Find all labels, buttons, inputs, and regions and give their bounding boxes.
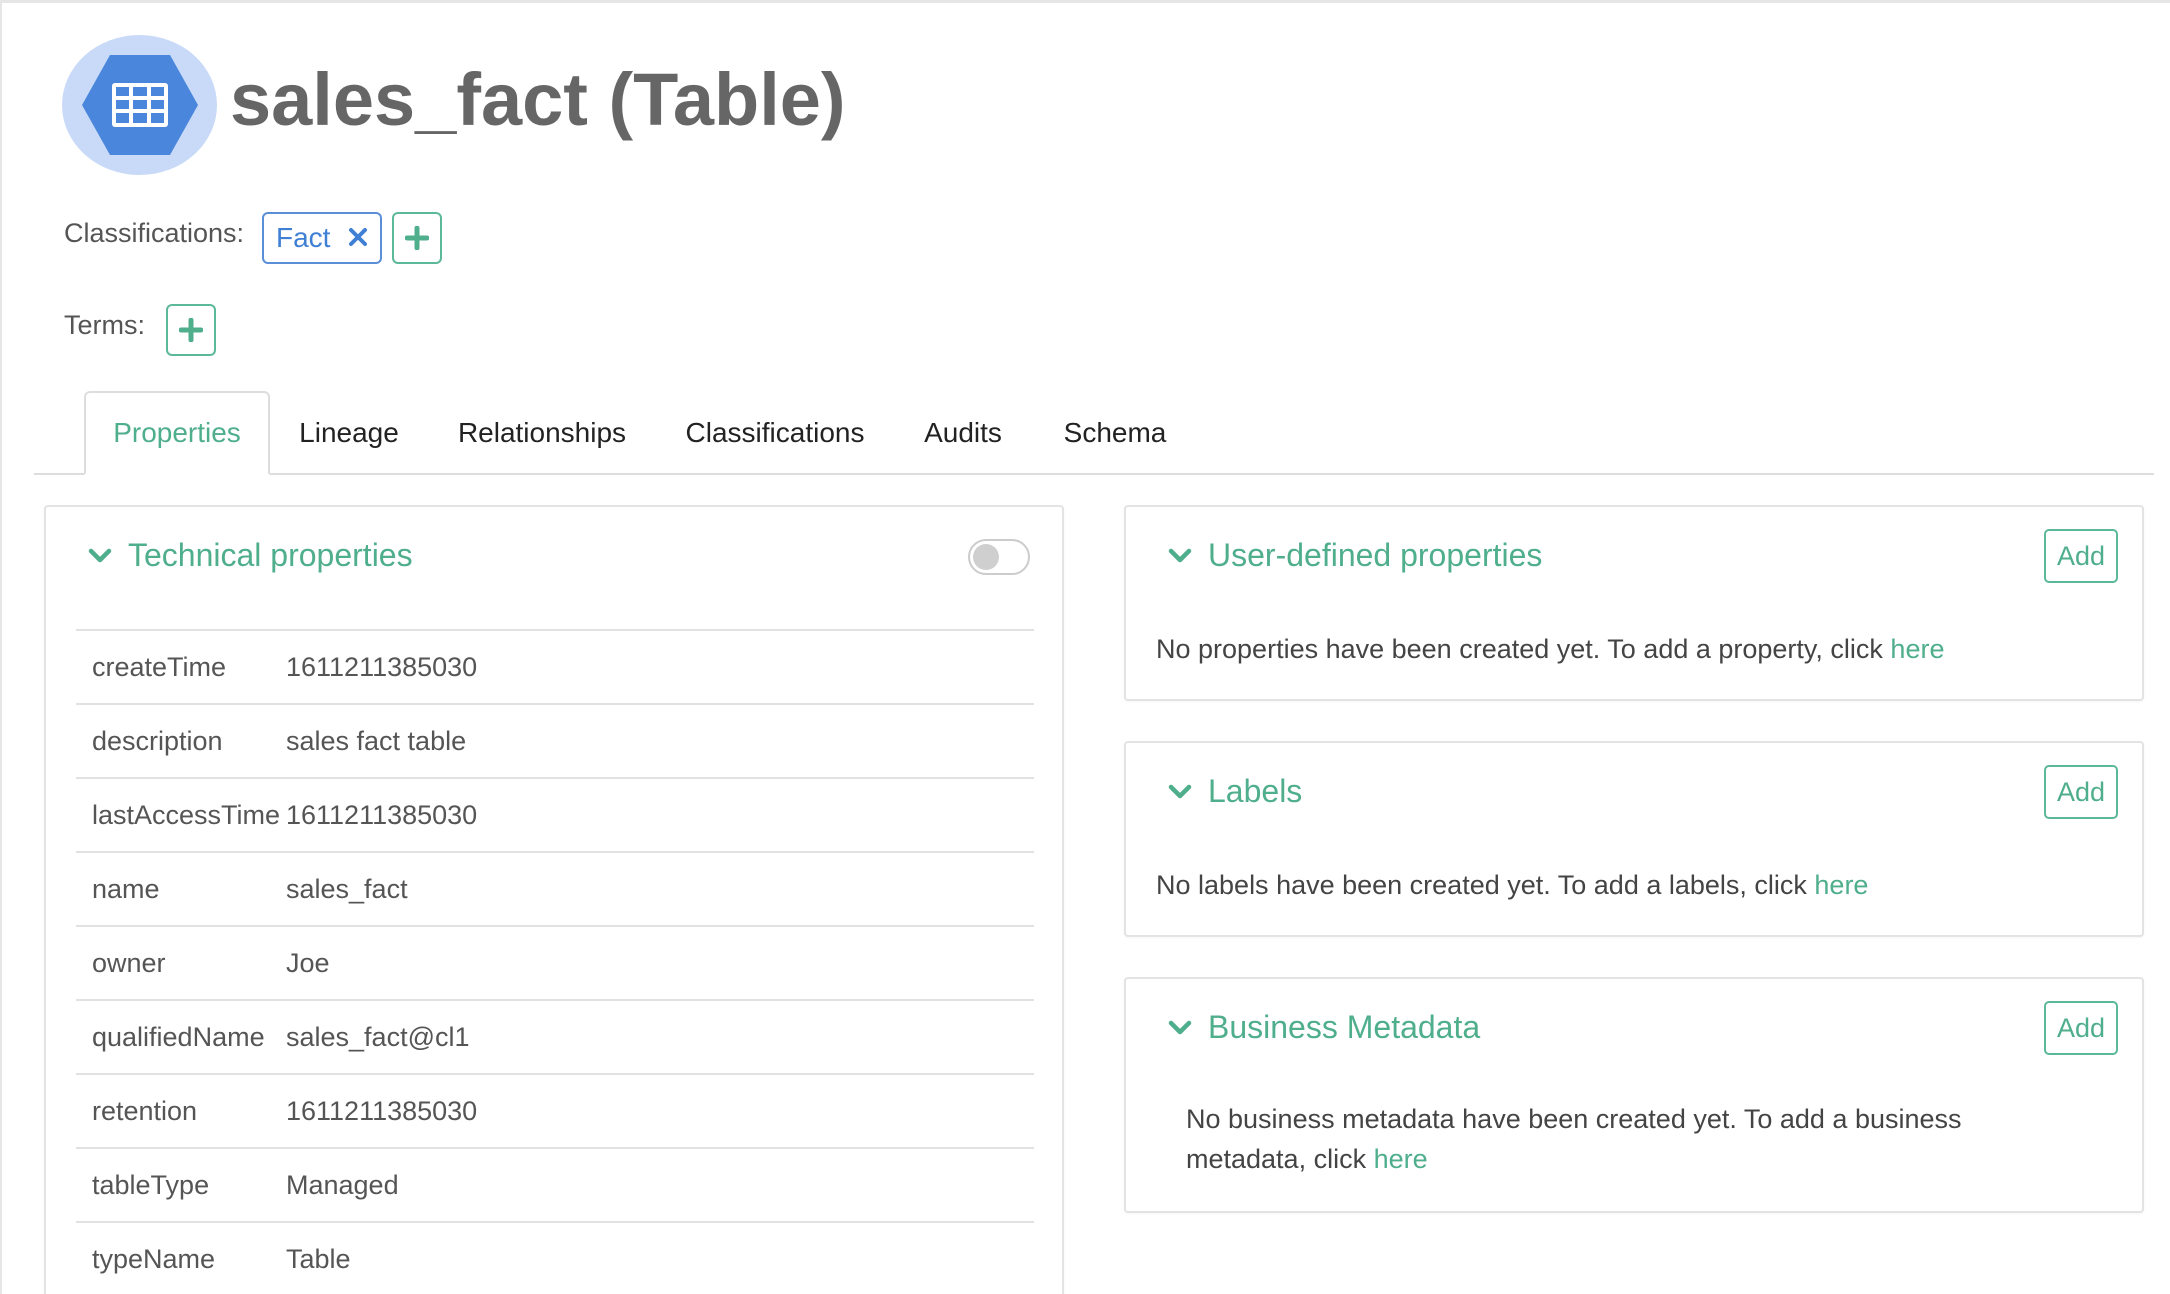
- chevron-down-icon: [1168, 784, 1192, 798]
- table-row: createTime 1611211385030: [76, 629, 1034, 703]
- property-key: typeName: [92, 1243, 216, 1274]
- business-metadata-title: Business Metadata: [1208, 1009, 1481, 1045]
- toggle-knob: [973, 544, 999, 570]
- table-row: description sales fact table: [76, 703, 1034, 777]
- empty-labels-message: No labels have been created yet. To add …: [1156, 865, 1868, 905]
- user-defined-properties-panel: User-defined properties Add No propertie…: [1124, 505, 2144, 701]
- labels-panel: Labels Add No labels have been created y…: [1124, 741, 2144, 937]
- table-row: name sales_fact: [76, 851, 1034, 925]
- property-value: 1611211385030: [286, 651, 478, 682]
- empty-properties-text: No properties have been created yet. To …: [1156, 634, 1891, 664]
- classification-tag-label: Fact: [276, 222, 331, 253]
- empty-business-metadata-message: No business metadata have been created y…: [1186, 1099, 2086, 1179]
- empty-properties-message: No properties have been created yet. To …: [1156, 629, 1944, 669]
- add-property-button[interactable]: Add: [2044, 529, 2118, 583]
- property-value: Joe: [286, 947, 330, 978]
- add-business-metadata-button[interactable]: Add: [2044, 1001, 2118, 1055]
- add-property-link[interactable]: here: [1890, 634, 1944, 664]
- tab-schema[interactable]: Schema: [1048, 391, 1182, 475]
- technical-properties-panel: Technical properties createTime 161121138…: [44, 505, 1064, 1294]
- property-value: 1611211385030: [286, 799, 478, 830]
- tab-relationships[interactable]: Relationships: [442, 391, 642, 475]
- property-key: createTime: [92, 651, 227, 682]
- tab-lineage[interactable]: Lineage: [284, 391, 414, 475]
- tab-properties[interactable]: Properties: [84, 391, 270, 475]
- terms-label: Terms:: [64, 310, 145, 340]
- remove-tag-icon[interactable]: [348, 222, 368, 254]
- property-value: Table: [286, 1243, 351, 1274]
- business-metadata-header[interactable]: Business Metadata: [1168, 1009, 1480, 1046]
- property-key: lastAccessTime: [92, 799, 281, 830]
- labels-header[interactable]: Labels: [1168, 773, 1302, 810]
- chevron-down-icon: [1168, 1020, 1192, 1034]
- plus-icon: [405, 226, 429, 250]
- tab-audits[interactable]: Audits: [908, 391, 1018, 475]
- labels-title: Labels: [1208, 773, 1303, 809]
- table-row: qualifiedName sales_fact@cl1: [76, 999, 1034, 1073]
- chevron-down-icon: [88, 548, 112, 562]
- entity-type-icon: [62, 35, 217, 175]
- table-row: tableType Managed: [76, 1147, 1034, 1221]
- table-row: retention 1611211385030: [76, 1073, 1034, 1147]
- technical-properties-header[interactable]: Technical properties: [88, 537, 413, 574]
- property-value: Managed: [286, 1169, 399, 1200]
- property-value: 1611211385030: [286, 1095, 478, 1126]
- property-key: owner: [92, 947, 166, 978]
- user-defined-properties-header[interactable]: User-defined properties: [1168, 537, 1542, 574]
- property-key: qualifiedName: [92, 1021, 265, 1052]
- plus-icon: [179, 318, 203, 342]
- chevron-down-icon: [1168, 548, 1192, 562]
- tab-classifications[interactable]: Classifications: [672, 391, 878, 475]
- property-key: description: [92, 725, 223, 756]
- add-term-button[interactable]: [166, 304, 216, 356]
- property-key: tableType: [92, 1169, 210, 1200]
- add-classification-button[interactable]: [392, 212, 442, 264]
- add-label-link[interactable]: here: [1814, 870, 1868, 900]
- technical-properties-title: Technical properties: [128, 537, 413, 573]
- property-key: retention: [92, 1095, 198, 1126]
- empty-business-metadata-text: No business metadata have been created y…: [1186, 1104, 1962, 1174]
- table-row: typeName Table: [76, 1221, 1034, 1294]
- table-grid-icon: [81, 55, 198, 155]
- table-row: lastAccessTime 1611211385030: [76, 777, 1034, 851]
- table-row: owner Joe: [76, 925, 1034, 999]
- classifications-label: Classifications:: [64, 218, 245, 248]
- properties-table: createTime 1611211385030 description sales…: [76, 629, 1034, 1294]
- business-metadata-panel: Business Metadata Add No business metada…: [1124, 977, 2144, 1213]
- empty-labels-text: No labels have been created yet. To add …: [1156, 870, 1815, 900]
- add-label-button[interactable]: Add: [2044, 765, 2118, 819]
- page-title: sales_fact (Table): [230, 58, 846, 141]
- classification-tag-fact[interactable]: Fact: [262, 212, 383, 264]
- property-value: sales fact table: [286, 725, 467, 756]
- user-defined-properties-title: User-defined properties: [1208, 537, 1543, 573]
- property-key: name: [92, 873, 160, 904]
- property-value: sales_fact: [286, 873, 408, 904]
- show-empty-values-toggle[interactable]: [968, 539, 1030, 575]
- property-value: sales_fact@cl1: [286, 1021, 470, 1052]
- add-business-metadata-link[interactable]: here: [1374, 1144, 1428, 1174]
